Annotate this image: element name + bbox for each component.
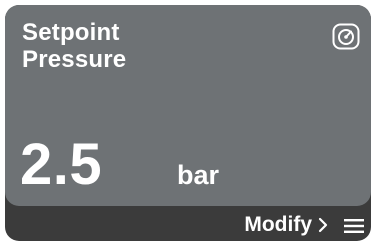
tile-footer: Modify	[5, 206, 371, 241]
title-line-1: Setpoint	[22, 19, 120, 46]
value-panel: Setpoint Pressure 2.5 bar	[5, 5, 371, 206]
setpoint-unit: bar	[177, 160, 220, 190]
title-line-2: Pressure	[22, 46, 127, 73]
hamburger-menu-icon[interactable]	[343, 218, 365, 234]
modify-button[interactable]: Modify	[244, 213, 329, 237]
pressure-gauge-icon	[332, 23, 360, 50]
chevron-right-icon	[318, 217, 328, 233]
modify-label: Modify	[244, 213, 312, 236]
tile-title: Setpoint Pressure	[22, 19, 126, 73]
setpoint-pressure-card: Setpoint Pressure 2.5 bar Modify	[5, 5, 371, 241]
setpoint-value: 2.5	[20, 132, 103, 197]
